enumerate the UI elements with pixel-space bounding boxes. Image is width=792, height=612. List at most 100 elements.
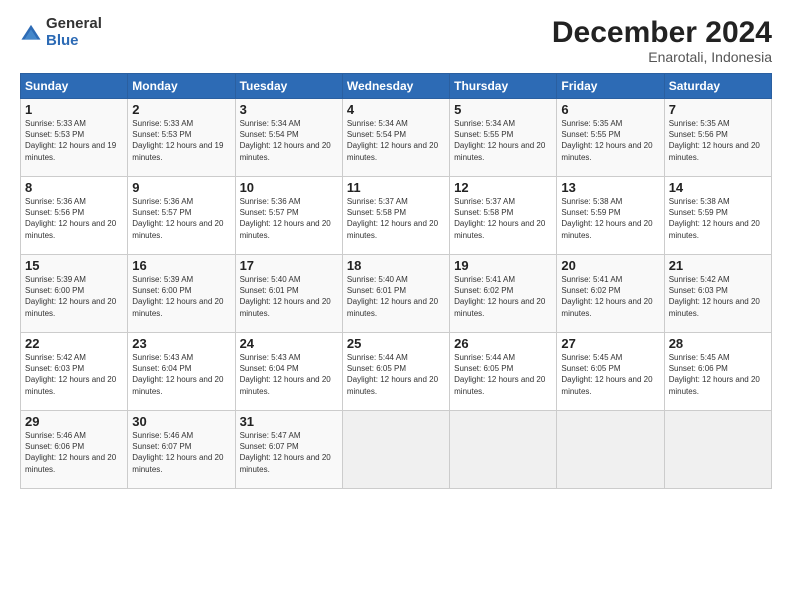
table-row: 19Sunrise: 5:41 AMSunset: 6:02 PMDayligh… xyxy=(450,255,557,333)
day-info: Sunrise: 5:39 AMSunset: 6:00 PMDaylight:… xyxy=(25,275,116,318)
day-info: Sunrise: 5:37 AMSunset: 5:58 PMDaylight:… xyxy=(454,197,545,240)
table-row: 6 Sunrise: 5:35 AMSunset: 5:55 PMDaylight… xyxy=(557,99,664,177)
day-info: Sunrise: 5:45 AMSunset: 6:05 PMDaylight:… xyxy=(561,353,652,396)
day-number: 23 xyxy=(132,336,230,351)
day-number: 24 xyxy=(240,336,338,351)
day-number: 17 xyxy=(240,258,338,273)
table-row xyxy=(450,411,557,489)
table-row xyxy=(342,411,449,489)
day-number: 11 xyxy=(347,180,445,195)
day-number: 4 xyxy=(347,102,445,117)
day-info: Sunrise: 5:37 AMSunset: 5:58 PMDaylight:… xyxy=(347,197,438,240)
day-number: 16 xyxy=(132,258,230,273)
calendar-header: Sunday Monday Tuesday Wednesday Thursday… xyxy=(21,74,772,99)
day-info: Sunrise: 5:33 AMSunset: 5:53 PMDaylight:… xyxy=(25,119,116,162)
day-number: 28 xyxy=(669,336,767,351)
table-row xyxy=(664,411,771,489)
day-info: Sunrise: 5:35 AMSunset: 5:55 PMDaylight:… xyxy=(561,119,652,162)
table-row: 12 Sunrise: 5:37 AMSunset: 5:58 PMDayligh… xyxy=(450,177,557,255)
table-row: 23 Sunrise: 5:43 AMSunset: 6:04 PMDayligh… xyxy=(128,333,235,411)
day-number: 13 xyxy=(561,180,659,195)
table-row: 17 Sunrise: 5:40 AMSunset: 6:01 PMDayligh… xyxy=(235,255,342,333)
day-info: Sunrise: 5:43 AMSunset: 6:04 PMDaylight:… xyxy=(240,353,331,396)
calendar-subtitle: Enarotali, Indonesia xyxy=(552,49,772,65)
day-number: 9 xyxy=(132,180,230,195)
day-info: Sunrise: 5:44 AMSunset: 6:05 PMDaylight:… xyxy=(454,353,545,396)
table-row: 5Sunrise: 5:34 AMSunset: 5:55 PMDaylight… xyxy=(450,99,557,177)
col-saturday: Saturday xyxy=(664,74,771,99)
day-info: Sunrise: 5:47 AMSunset: 6:07 PMDaylight:… xyxy=(240,431,331,474)
day-number: 21 xyxy=(669,258,767,273)
day-number: 6 xyxy=(561,102,659,117)
day-number: 8 xyxy=(25,180,123,195)
logo-general: General xyxy=(46,16,102,33)
day-number: 22 xyxy=(25,336,123,351)
day-number: 14 xyxy=(669,180,767,195)
day-info: Sunrise: 5:46 AMSunset: 6:07 PMDaylight:… xyxy=(132,431,223,474)
day-info: Sunrise: 5:40 AMSunset: 6:01 PMDaylight:… xyxy=(240,275,331,318)
day-info: Sunrise: 5:36 AMSunset: 5:57 PMDaylight:… xyxy=(240,197,331,240)
day-info: Sunrise: 5:41 AMSunset: 6:02 PMDaylight:… xyxy=(454,275,545,318)
title-block: December 2024 Enarotali, Indonesia xyxy=(552,16,772,65)
table-row: 16 Sunrise: 5:39 AMSunset: 6:00 PMDayligh… xyxy=(128,255,235,333)
logo-icon xyxy=(20,22,42,44)
day-info: Sunrise: 5:45 AMSunset: 6:06 PMDaylight:… xyxy=(669,353,760,396)
day-info: Sunrise: 5:33 AMSunset: 5:53 PMDaylight:… xyxy=(132,119,223,162)
table-row: 21 Sunrise: 5:42 AMSunset: 6:03 PMDayligh… xyxy=(664,255,771,333)
table-row: 26Sunrise: 5:44 AMSunset: 6:05 PMDayligh… xyxy=(450,333,557,411)
day-info: Sunrise: 5:34 AMSunset: 5:55 PMDaylight:… xyxy=(454,119,545,162)
day-info: Sunrise: 5:40 AMSunset: 6:01 PMDaylight:… xyxy=(347,275,438,318)
day-info: Sunrise: 5:43 AMSunset: 6:04 PMDaylight:… xyxy=(132,353,223,396)
table-row: 10 Sunrise: 5:36 AMSunset: 5:57 PMDayligh… xyxy=(235,177,342,255)
table-row xyxy=(557,411,664,489)
day-number: 12 xyxy=(454,180,552,195)
day-number: 25 xyxy=(347,336,445,351)
col-wednesday: Wednesday xyxy=(342,74,449,99)
day-info: Sunrise: 5:46 AMSunset: 6:06 PMDaylight:… xyxy=(25,431,116,474)
day-info: Sunrise: 5:44 AMSunset: 6:05 PMDaylight:… xyxy=(347,353,438,396)
table-row: 24 Sunrise: 5:43 AMSunset: 6:04 PMDayligh… xyxy=(235,333,342,411)
day-number: 2 xyxy=(132,102,230,117)
table-row: 31Sunrise: 5:47 AMSunset: 6:07 PMDayligh… xyxy=(235,411,342,489)
day-info: Sunrise: 5:41 AMSunset: 6:02 PMDaylight:… xyxy=(561,275,652,318)
table-row: 9 Sunrise: 5:36 AMSunset: 5:57 PMDaylight… xyxy=(128,177,235,255)
table-row: 7Sunrise: 5:35 AMSunset: 5:56 PMDaylight… xyxy=(664,99,771,177)
day-info: Sunrise: 5:42 AMSunset: 6:03 PMDaylight:… xyxy=(25,353,116,396)
logo-text: General Blue xyxy=(46,16,102,49)
table-row: 13 Sunrise: 5:38 AMSunset: 5:59 PMDayligh… xyxy=(557,177,664,255)
day-info: Sunrise: 5:42 AMSunset: 6:03 PMDaylight:… xyxy=(669,275,760,318)
day-number: 29 xyxy=(25,414,123,429)
calendar-table: Sunday Monday Tuesday Wednesday Thursday… xyxy=(20,73,772,489)
table-row: 28 Sunrise: 5:45 AMSunset: 6:06 PMDayligh… xyxy=(664,333,771,411)
day-number: 20 xyxy=(561,258,659,273)
table-row: 20 Sunrise: 5:41 AMSunset: 6:02 PMDayligh… xyxy=(557,255,664,333)
table-row: 29 Sunrise: 5:46 AMSunset: 6:06 PMDayligh… xyxy=(21,411,128,489)
day-info: Sunrise: 5:39 AMSunset: 6:00 PMDaylight:… xyxy=(132,275,223,318)
table-row: 3 Sunrise: 5:34 AMSunset: 5:54 PMDaylight… xyxy=(235,99,342,177)
logo-blue: Blue xyxy=(46,33,102,50)
day-number: 10 xyxy=(240,180,338,195)
day-info: Sunrise: 5:35 AMSunset: 5:56 PMDaylight:… xyxy=(669,119,760,162)
col-tuesday: Tuesday xyxy=(235,74,342,99)
day-info: Sunrise: 5:36 AMSunset: 5:57 PMDaylight:… xyxy=(132,197,223,240)
table-row: 30Sunrise: 5:46 AMSunset: 6:07 PMDayligh… xyxy=(128,411,235,489)
day-info: Sunrise: 5:34 AMSunset: 5:54 PMDaylight:… xyxy=(240,119,331,162)
col-monday: Monday xyxy=(128,74,235,99)
day-number: 1 xyxy=(25,102,123,117)
day-info: Sunrise: 5:38 AMSunset: 5:59 PMDaylight:… xyxy=(669,197,760,240)
header: General Blue December 2024 Enarotali, In… xyxy=(20,16,772,65)
day-info: Sunrise: 5:36 AMSunset: 5:56 PMDaylight:… xyxy=(25,197,116,240)
col-thursday: Thursday xyxy=(450,74,557,99)
table-row: 25 Sunrise: 5:44 AMSunset: 6:05 PMDayligh… xyxy=(342,333,449,411)
table-row: 14 Sunrise: 5:38 AMSunset: 5:59 PMDayligh… xyxy=(664,177,771,255)
calendar-title: December 2024 xyxy=(552,16,772,49)
table-row: 15Sunrise: 5:39 AMSunset: 6:00 PMDayligh… xyxy=(21,255,128,333)
day-number: 3 xyxy=(240,102,338,117)
day-number: 18 xyxy=(347,258,445,273)
logo: General Blue xyxy=(20,16,102,49)
day-number: 27 xyxy=(561,336,659,351)
table-row: 11 Sunrise: 5:37 AMSunset: 5:58 PMDayligh… xyxy=(342,177,449,255)
day-info: Sunrise: 5:38 AMSunset: 5:59 PMDaylight:… xyxy=(561,197,652,240)
table-row: 27 Sunrise: 5:45 AMSunset: 6:05 PMDayligh… xyxy=(557,333,664,411)
day-info: Sunrise: 5:34 AMSunset: 5:54 PMDaylight:… xyxy=(347,119,438,162)
